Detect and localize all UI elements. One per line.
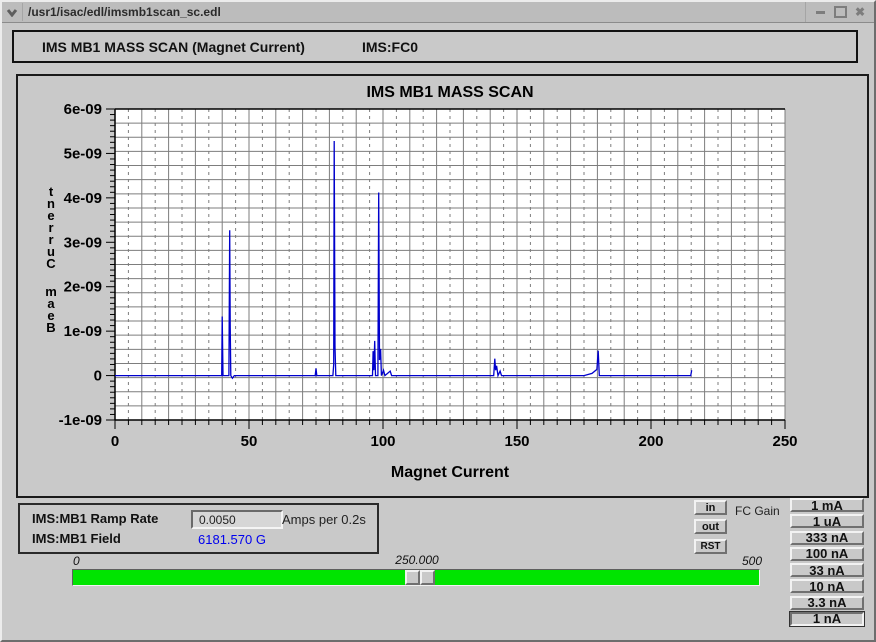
minimize-icon xyxy=(816,11,825,14)
mass-scan-plot: 6e-09 5e-09 4e-09 3e-09 2e-09 1e-09 0 -1e-09 0 50… xyxy=(18,76,863,492)
gain-button-3.3nA[interactable]: 3.3 nA xyxy=(790,596,864,610)
gain-button-10nA[interactable]: 10 nA xyxy=(790,579,864,593)
svg-text:1e-09: 1e-09 xyxy=(64,323,102,340)
svg-text:3e-09: 3e-09 xyxy=(64,234,102,251)
slider-value-label: 250.000 xyxy=(342,553,492,567)
svg-text:250: 250 xyxy=(772,433,797,450)
chevron-down-icon xyxy=(6,8,18,17)
svg-text:4e-09: 4e-09 xyxy=(64,190,102,207)
fc-in-button[interactable]: in xyxy=(694,500,727,515)
magnet-current-slider-handle[interactable] xyxy=(405,570,435,585)
svg-text:6e-09: 6e-09 xyxy=(64,101,102,118)
gain-button-1nA[interactable]: 1 nA xyxy=(790,612,864,626)
slider-handle-right xyxy=(420,570,435,585)
gain-button-33nA[interactable]: 33 nA xyxy=(790,563,864,577)
gain-button-333nA[interactable]: 333 nA xyxy=(790,531,864,545)
chart-panel: 6e-09 5e-09 4e-09 3e-09 2e-09 1e-09 0 -1e-09 0 50… xyxy=(16,74,869,498)
field-value: 6181.570 G xyxy=(198,532,266,547)
svg-text:2e-09: 2e-09 xyxy=(64,279,102,296)
maximize-button[interactable] xyxy=(832,4,848,20)
fc-gain-label: FC Gain xyxy=(735,504,780,518)
svg-text:0: 0 xyxy=(111,433,119,450)
gain-button-1uA[interactable]: 1 uA xyxy=(790,514,864,528)
ramp-panel: IMS:MB1 Ramp Rate Amps per 0.2s IMS:MB1 … xyxy=(18,503,379,554)
svg-text:-1e-09: -1e-09 xyxy=(59,412,102,429)
svg-text:0: 0 xyxy=(94,368,102,385)
field-label: IMS:MB1 Field xyxy=(32,531,121,546)
svg-text:5e-09: 5e-09 xyxy=(64,145,102,162)
slider-handle-left xyxy=(405,570,420,585)
maximize-icon xyxy=(834,6,847,18)
page-title: IMS MB1 MASS SCAN (Magnet Current) xyxy=(42,39,305,55)
window-title: /usr1/isac/edl/imsmb1scan_sc.edl xyxy=(23,5,805,19)
svg-text:Magnet Current: Magnet Current xyxy=(391,464,510,481)
svg-text:200: 200 xyxy=(638,433,663,450)
ramp-rate-units: Amps per 0.2s xyxy=(282,512,366,527)
ramp-rate-label: IMS:MB1 Ramp Rate xyxy=(32,511,158,526)
fc-reset-button[interactable]: RST xyxy=(694,539,727,554)
fc-out-button[interactable]: out xyxy=(694,519,727,534)
svg-text:100: 100 xyxy=(370,433,395,450)
window-menu-button[interactable] xyxy=(2,3,23,21)
titlebar: /usr1/isac/edl/imsmb1scan_sc.edl ✖ xyxy=(2,2,874,23)
svg-text:50: 50 xyxy=(241,433,258,450)
window-controls: ✖ xyxy=(805,2,874,22)
slider-max-label: 500 xyxy=(742,554,762,568)
minimize-button[interactable] xyxy=(812,4,828,20)
gain-button-100nA[interactable]: 100 nA xyxy=(790,547,864,561)
chart-title: IMS MB1 MASS SCAN xyxy=(115,84,785,102)
gain-button-1mA[interactable]: 1 mA xyxy=(790,498,864,512)
fc-gain-button-column: 1 mA 1 uA 333 nA 100 nA 33 nA 10 nA 3.3 … xyxy=(790,498,864,626)
slider-min-label: 0 xyxy=(73,554,80,568)
close-icon: ✖ xyxy=(855,6,865,18)
svg-text:150: 150 xyxy=(504,433,529,450)
header-box: IMS MB1 MASS SCAN (Magnet Current) IMS:F… xyxy=(12,30,858,63)
edm-window: /usr1/isac/edl/imsmb1scan_sc.edl ✖ IMS M… xyxy=(0,0,876,642)
close-button[interactable]: ✖ xyxy=(852,4,868,20)
y-axis-label: tnerruCmaeB xyxy=(42,186,60,334)
device-label: IMS:FC0 xyxy=(362,39,418,55)
ramp-rate-input[interactable] xyxy=(191,510,283,529)
